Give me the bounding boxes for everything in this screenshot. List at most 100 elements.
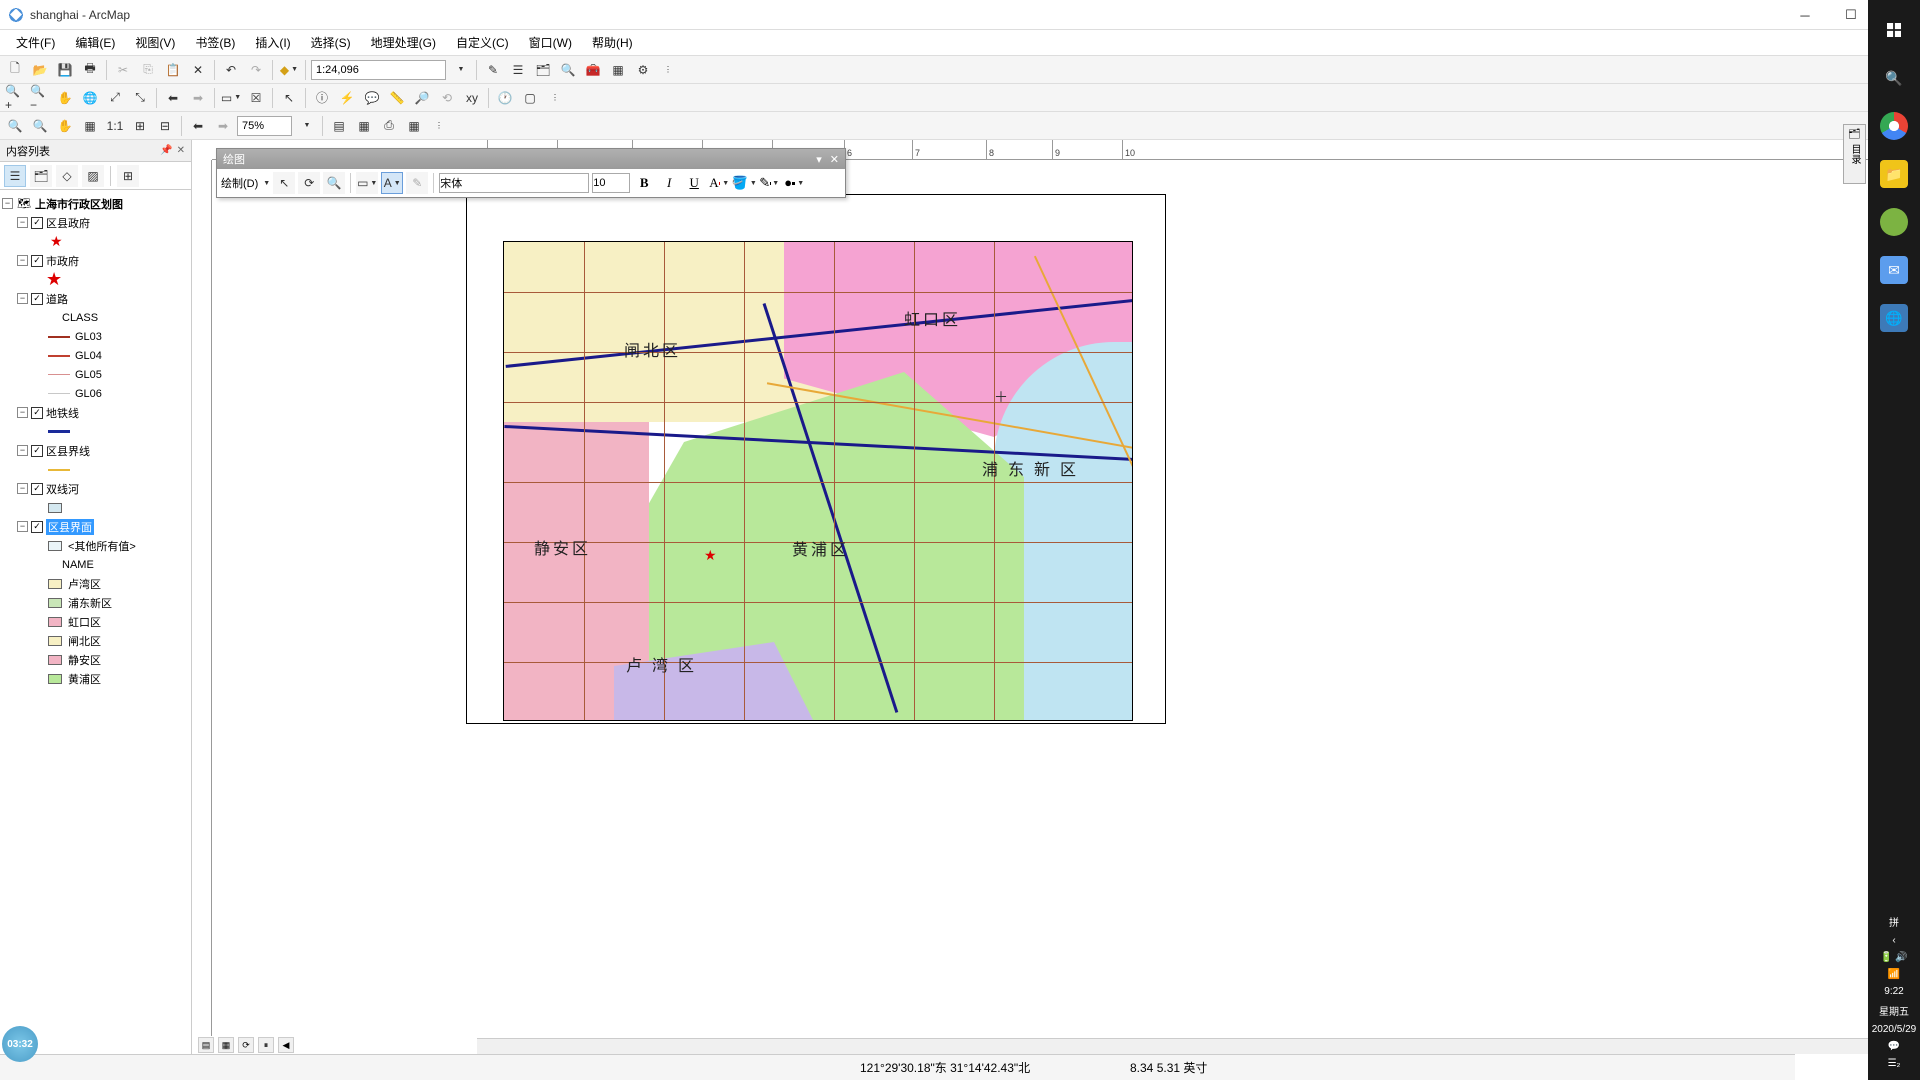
grip3-icon[interactable]: ⋮ <box>428 115 450 137</box>
select-features-icon[interactable]: ▭▼ <box>220 87 242 109</box>
pan-icon[interactable]: ✋ <box>54 87 76 109</box>
toc-root[interactable]: 上海市行政区划图 <box>35 196 123 212</box>
file-explorer-icon[interactable]: 📁 <box>1880 160 1908 188</box>
expand-icon[interactable]: − <box>17 255 28 266</box>
add-data-icon[interactable]: ◆▼ <box>278 59 300 81</box>
layer-checkbox[interactable]: ✓ <box>31 407 43 419</box>
rectangle-tool-icon[interactable]: ▭▼ <box>356 172 378 194</box>
tray-chevron-icon[interactable]: ‹ <box>1892 935 1895 946</box>
arcmap-taskbar-icon[interactable]: 🌐 <box>1880 304 1908 332</box>
expand-icon[interactable]: − <box>17 217 28 228</box>
pause-button[interactable]: ⏸ <box>258 1037 274 1053</box>
map-viewport[interactable]: 1 2 3 4 5 6 7 8 9 10 <box>192 140 1920 1054</box>
road-class[interactable]: GL04 <box>75 350 102 362</box>
action-center-icon[interactable]: ☰₂ <box>1888 1058 1901 1069</box>
catalog-icon[interactable]: 🗂 <box>532 59 554 81</box>
list-by-selection-icon[interactable]: ▨ <box>82 165 104 187</box>
text-tool-icon[interactable]: A▼ <box>381 172 403 194</box>
drawing-toolbar-panel[interactable]: 绘图 ▾ ✕ 绘制(D)▼ ↖ ⟳ 🔍 ▭▼ A▼ ✎ B I U A▼ 🪣▼ … <box>216 148 846 198</box>
python-icon[interactable]: ▦ <box>607 59 629 81</box>
font-size-select[interactable] <box>592 173 630 193</box>
layer-checkbox[interactable]: ✓ <box>31 293 43 305</box>
delete-icon[interactable]: ✕ <box>187 59 209 81</box>
layer-shizhengfu[interactable]: 市政府 <box>46 253 79 269</box>
toc-options-icon[interactable]: ⊞ <box>117 165 139 187</box>
district-item[interactable]: 浦东新区 <box>68 595 112 611</box>
expand-icon[interactable]: − <box>17 521 28 532</box>
layer-shuangxianhe[interactable]: 双线河 <box>46 481 79 497</box>
expand-icon[interactable]: − <box>2 198 13 209</box>
tray-battery-icon[interactable]: 🔋 🔊 <box>1880 952 1908 963</box>
list-by-visibility-icon[interactable]: ◇ <box>56 165 78 187</box>
arrow-tool-icon[interactable]: ↖ <box>273 172 295 194</box>
layout-zoom-input[interactable] <box>237 116 292 136</box>
toc-close-icon[interactable]: ✕ <box>177 145 185 156</box>
copy-icon[interactable]: ⎘ <box>137 59 159 81</box>
font-color-button[interactable]: A▼ <box>708 173 730 193</box>
toggle-draft-icon[interactable]: ▤ <box>328 115 350 137</box>
modelbuilder-icon[interactable]: ⚙ <box>632 59 654 81</box>
district-item[interactable]: 虹口区 <box>68 614 101 630</box>
undo-icon[interactable]: ↶ <box>220 59 242 81</box>
layer-daolu[interactable]: 道路 <box>46 291 68 307</box>
full-extent-icon[interactable]: 🌐 <box>79 87 101 109</box>
find-route-icon[interactable]: ⟲ <box>436 87 458 109</box>
layer-quxianjiemian-selected[interactable]: 区县界面 <box>46 519 94 535</box>
layer-checkbox[interactable]: ✓ <box>31 217 43 229</box>
layer-checkbox[interactable]: ✓ <box>31 483 43 495</box>
fill-color-button[interactable]: 🪣▼ <box>733 173 755 193</box>
paste-icon[interactable]: 📋 <box>162 59 184 81</box>
layer-checkbox[interactable]: ✓ <box>31 255 43 267</box>
layout-fwd-icon[interactable]: ➡ <box>212 115 234 137</box>
zoom-dropdown-icon[interactable]: ▼ <box>295 115 317 137</box>
search-icon[interactable]: 🔍 <box>1880 64 1908 92</box>
open-icon[interactable]: 📂 <box>29 59 51 81</box>
time-slider-icon[interactable]: 🕐 <box>494 87 516 109</box>
data-frame[interactable]: ★ 闸北区 虹口区 静安区 黄浦区 浦 东 新 区 卢 湾 区 ＋ <box>503 241 1133 721</box>
cut-icon[interactable]: ✂ <box>112 59 134 81</box>
back-extent-icon[interactable]: ⬅ <box>162 87 184 109</box>
menu-edit[interactable]: 编辑(E) <box>65 30 125 55</box>
layer-ditiexian[interactable]: 地铁线 <box>46 405 79 421</box>
toc-pin-icon[interactable]: 📌 <box>160 145 172 156</box>
menu-file[interactable]: 文件(F) <box>6 30 65 55</box>
dd-pages-icon[interactable]: ▦ <box>403 115 425 137</box>
marker-color-button[interactable]: ●▼ <box>783 173 805 193</box>
recording-badge[interactable]: 03:32 <box>2 1026 38 1062</box>
search-window-icon[interactable]: 🔍 <box>557 59 579 81</box>
layout-fixed-zo-icon[interactable]: ⊟ <box>154 115 176 137</box>
redo-icon[interactable]: ↷ <box>245 59 267 81</box>
start-button[interactable] <box>1880 16 1908 44</box>
focus-df-icon[interactable]: ▦ <box>353 115 375 137</box>
editor-toolbar-icon[interactable]: ✎ <box>482 59 504 81</box>
road-class[interactable]: GL06 <box>75 388 102 400</box>
layout-zoomin-icon[interactable]: 🔍 <box>4 115 26 137</box>
district-item[interactable]: 闸北区 <box>68 633 101 649</box>
panel-dropdown-icon[interactable]: ▾ <box>816 153 822 166</box>
hyperlink-icon[interactable]: ⚡ <box>336 87 358 109</box>
road-class[interactable]: GL03 <box>75 331 102 343</box>
identify-icon[interactable]: ⓘ <box>311 87 333 109</box>
menu-window[interactable]: 窗口(W) <box>519 30 582 55</box>
underline-button[interactable]: U <box>683 173 705 193</box>
menu-geoprocessing[interactable]: 地理处理(G) <box>361 30 446 55</box>
draw-menu[interactable]: 绘制(D) <box>221 175 258 191</box>
layout-fixed-zi-icon[interactable]: ⊞ <box>129 115 151 137</box>
measure-icon[interactable]: 📏 <box>386 87 408 109</box>
expand-icon[interactable]: − <box>17 293 28 304</box>
list-by-source-icon[interactable]: 🗂 <box>30 165 52 187</box>
district-item[interactable]: 卢湾区 <box>68 576 101 592</box>
menu-help[interactable]: 帮助(H) <box>582 30 643 55</box>
menu-view[interactable]: 视图(V) <box>125 30 185 55</box>
save-icon[interactable]: 💾 <box>54 59 76 81</box>
find-icon[interactable]: 🔎 <box>411 87 433 109</box>
app-green-icon[interactable] <box>1880 208 1908 236</box>
grip2-icon[interactable]: ⋮ <box>544 87 566 109</box>
ime-icon[interactable]: 拼 <box>1889 914 1899 929</box>
zoom-out-icon[interactable]: 🔍− <box>29 87 51 109</box>
menu-bookmarks[interactable]: 书签(B) <box>185 30 245 55</box>
layout-zoomout-icon[interactable]: 🔍 <box>29 115 51 137</box>
italic-button[interactable]: I <box>658 173 680 193</box>
menu-insert[interactable]: 插入(I) <box>245 30 300 55</box>
layer-checkbox[interactable]: ✓ <box>31 445 43 457</box>
